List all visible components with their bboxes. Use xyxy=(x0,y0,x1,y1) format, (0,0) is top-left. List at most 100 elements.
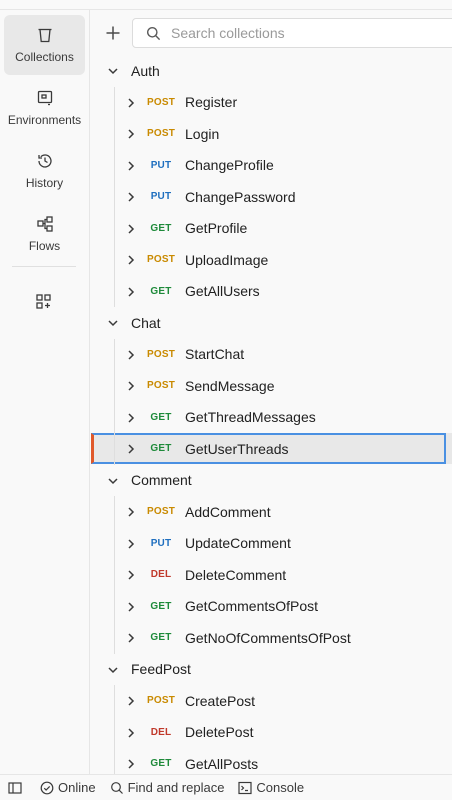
chevron-right-icon[interactable] xyxy=(125,569,137,581)
collection-folder[interactable]: Chat xyxy=(91,307,452,338)
request-name: GetProfile xyxy=(185,220,248,236)
chevron-right-icon[interactable] xyxy=(125,727,137,739)
http-method-badge: GET xyxy=(150,600,172,612)
http-method-badge: GET xyxy=(150,285,172,297)
request-item[interactable]: GET GetNoOfCommentsOfPost xyxy=(91,622,452,653)
collection-folder[interactable]: FeedPost xyxy=(91,654,452,685)
request-item[interactable]: POST StartChat xyxy=(91,339,452,370)
collection-name: FeedPost xyxy=(131,661,191,677)
request-name: GetNoOfCommentsOfPost xyxy=(185,629,351,646)
collection-name: Auth xyxy=(131,62,160,79)
tree-indent-guide xyxy=(114,86,115,307)
sidebar-item-collections[interactable]: Collections xyxy=(4,15,85,75)
status-bar: Online Find and replace Console xyxy=(0,774,452,800)
chevron-down-icon[interactable] xyxy=(107,664,119,676)
request-item[interactable]: GET GetAllPosts xyxy=(91,748,452,774)
search-input[interactable] xyxy=(171,21,431,45)
chevron-down-icon[interactable] xyxy=(107,65,119,77)
console-label: Console xyxy=(256,780,305,795)
check-circle-icon xyxy=(40,781,54,794)
request-name: GetAllUsers xyxy=(185,283,260,299)
collection-folder[interactable]: Auth xyxy=(91,55,452,86)
http-method-badge: POST xyxy=(146,254,176,265)
chevron-right-icon[interactable] xyxy=(125,223,137,235)
chevron-right-icon[interactable] xyxy=(125,97,137,109)
request-name: DeletePost xyxy=(185,724,254,740)
sidebar-divider xyxy=(12,266,76,267)
request-name: GetCommentsOfPost xyxy=(185,598,319,614)
request-name: GetAllPosts xyxy=(185,755,259,772)
request-name: UploadImage xyxy=(185,251,269,268)
chevron-right-icon[interactable] xyxy=(125,254,137,266)
chevron-right-icon[interactable] xyxy=(125,443,137,455)
chevron-right-icon[interactable] xyxy=(125,506,137,518)
chevron-right-icon[interactable] xyxy=(125,128,137,140)
request-item[interactable]: POST CreatePost xyxy=(91,685,452,716)
sidebar-item-flows[interactable]: Flows xyxy=(4,204,85,264)
chevron-right-icon[interactable] xyxy=(125,601,137,613)
chevron-right-icon[interactable] xyxy=(125,349,137,361)
request-item[interactable]: GET GetAllUsers xyxy=(91,276,452,307)
chevron-right-icon[interactable] xyxy=(125,191,137,203)
http-method-badge: GET xyxy=(150,758,172,769)
trash-bin-icon xyxy=(38,28,51,43)
sidebar-item-environments[interactable]: Environments xyxy=(4,78,85,138)
request-name: GetUserThreads xyxy=(185,440,289,457)
chevron-right-icon[interactable] xyxy=(125,538,137,550)
request-name: Login xyxy=(185,125,220,142)
new-collection-button[interactable] xyxy=(100,20,126,46)
add-widget-icon[interactable] xyxy=(34,292,54,312)
http-method-badge: GET xyxy=(150,632,172,643)
console-icon xyxy=(238,781,253,794)
sidebar-item-label: History xyxy=(25,176,64,190)
request-item[interactable]: POST Login xyxy=(91,118,452,149)
collections-tree: Auth POST Register POST Login PUT ChangeProfil… xyxy=(91,55,452,774)
chevron-right-icon[interactable] xyxy=(125,758,137,770)
http-method-badge: POST xyxy=(146,695,176,706)
chevron-right-icon[interactable] xyxy=(125,160,137,172)
find-replace-button[interactable]: Find and replace xyxy=(110,780,225,795)
search-icon xyxy=(110,781,123,794)
chevron-right-icon[interactable] xyxy=(125,380,137,392)
chevron-right-icon[interactable] xyxy=(125,412,137,424)
request-item[interactable]: GET GetThreadMessages xyxy=(91,402,452,433)
request-item[interactable]: POST AddComment xyxy=(91,496,452,527)
request-item[interactable]: PUT ChangeProfile xyxy=(91,150,452,181)
flows-icon xyxy=(36,216,53,232)
http-method-badge: POST xyxy=(146,380,176,391)
request-name: ChangeProfile xyxy=(185,157,274,173)
plus-icon xyxy=(106,26,120,40)
sidebar-item-label: Environments xyxy=(7,113,82,127)
request-item[interactable]: GET GetProfile xyxy=(91,213,452,244)
chevron-right-icon[interactable] xyxy=(125,632,137,644)
online-status[interactable]: Online xyxy=(40,780,96,795)
request-name: CreatePost xyxy=(185,692,256,709)
request-item[interactable]: DEL DeletePost xyxy=(91,717,452,748)
toggle-sidebar-button[interactable] xyxy=(8,781,26,795)
request-item[interactable]: POST SendMessage xyxy=(91,370,452,401)
request-item[interactable]: DEL DeleteComment xyxy=(91,559,452,590)
request-name: SendMessage xyxy=(185,377,275,394)
http-method-badge: GET xyxy=(150,222,172,234)
request-item[interactable]: PUT ChangePassword xyxy=(91,181,452,212)
http-method-badge: POST xyxy=(146,506,176,517)
chevron-right-icon[interactable] xyxy=(125,286,137,298)
chevron-down-icon[interactable] xyxy=(107,475,119,487)
request-item[interactable]: POST Register xyxy=(91,87,452,118)
request-item[interactable]: POST UploadImage xyxy=(91,244,452,275)
collection-folder[interactable]: Comment xyxy=(91,465,452,496)
environment-icon xyxy=(37,90,52,106)
request-name: Register xyxy=(185,94,238,110)
history-icon xyxy=(37,154,52,168)
request-item[interactable]: GET GetUserThreads xyxy=(91,433,452,464)
http-method-badge: DEL xyxy=(150,726,172,738)
chevron-down-icon[interactable] xyxy=(107,317,119,329)
console-button[interactable]: Console xyxy=(238,780,304,795)
sidebar-item-label: Flows xyxy=(28,239,61,253)
sidebar-item-history[interactable]: History xyxy=(4,141,85,201)
chevron-right-icon[interactable] xyxy=(125,695,137,707)
request-item[interactable]: PUT UpdateComment xyxy=(91,528,452,559)
find-replace-label: Find and replace xyxy=(127,780,225,795)
request-name: AddComment xyxy=(185,503,271,520)
request-item[interactable]: GET GetCommentsOfPost xyxy=(91,591,452,622)
